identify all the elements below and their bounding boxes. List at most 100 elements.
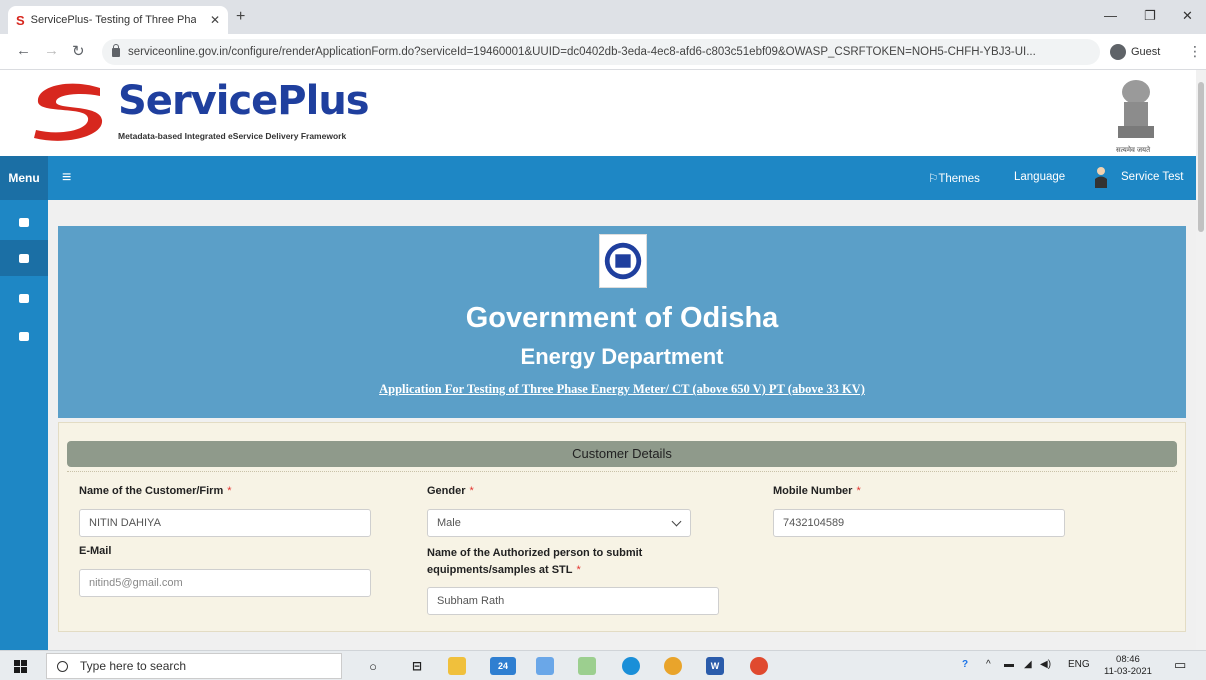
omnibox[interactable]: serviceonline.gov.in/configure/renderApp… — [102, 39, 1100, 65]
search-icon — [57, 660, 68, 672]
mobile-label: Mobile Number * — [773, 485, 861, 497]
email-input[interactable]: nitind5@gmail.com — [79, 569, 371, 597]
authorized-person-label-line1: Name of the Authorized person to submit — [427, 547, 643, 559]
authorized-person-label: Name of the Authorized person to submit … — [427, 545, 642, 579]
user-avatar-icon — [1095, 167, 1107, 188]
chrome-icon[interactable] — [664, 657, 682, 675]
serviceplus-logo-icon — [34, 83, 103, 141]
task-view-icon[interactable]: ⊟ — [408, 657, 426, 675]
authorized-person-value: Subham Rath — [437, 595, 505, 607]
menu-label[interactable]: Menu — [0, 156, 48, 200]
required-marker: * — [469, 485, 474, 497]
restore-icon[interactable]: ❐ — [1144, 8, 1156, 24]
customer-name-label-text: Name of the Customer/Firm — [79, 485, 224, 497]
government-title: Government of Odisha — [465, 302, 779, 334]
input-language[interactable]: ENG — [1068, 659, 1090, 670]
sidebar-item-form[interactable] — [0, 280, 48, 316]
user-menu[interactable]: Service Test — [1121, 171, 1183, 183]
gender-select[interactable]: Male — [427, 509, 691, 537]
battery-icon[interactable]: ▬ — [1004, 659, 1014, 670]
new-tab-icon[interactable]: + — [236, 8, 245, 26]
email-label: E-Mail — [79, 545, 112, 557]
taskbar-search[interactable]: Type here to search — [46, 653, 342, 679]
browser-tab-bar: S ServicePlus- Testing of Three Pha ✕ + … — [0, 0, 1206, 34]
hamburger-icon[interactable]: ≡ — [62, 169, 71, 187]
close-window-icon[interactable]: ✕ — [1182, 8, 1193, 24]
serviceplus-favicon-icon: S — [16, 12, 25, 28]
help-icon[interactable]: ? — [962, 659, 968, 670]
section-header: Customer Details — [67, 441, 1177, 467]
mail-badge: 24 — [497, 661, 508, 671]
vertical-scrollbar[interactable] — [1196, 70, 1206, 650]
list-icon — [19, 331, 29, 341]
customer-name-label: Name of the Customer/Firm * — [79, 485, 232, 497]
close-tab-icon[interactable]: ✕ — [210, 13, 220, 27]
clock-time: 08:46 — [1116, 654, 1140, 665]
brand-tagline: Metadata-based Integrated eService Deliv… — [118, 131, 347, 141]
sidebar — [0, 200, 48, 650]
guest-profile-button[interactable]: Guest — [1110, 41, 1160, 63]
gender-label-text: Gender — [427, 485, 466, 497]
notifications-icon[interactable]: ▭ — [1174, 657, 1186, 673]
url-text: serviceonline.gov.in/configure/renderApp… — [128, 46, 1036, 58]
chevron-down-icon — [671, 516, 682, 527]
customer-name-value: NITIN DAHIYA — [89, 517, 161, 529]
word-icon[interactable]: W — [706, 657, 724, 675]
browser-menu-icon[interactable]: ⋮ — [1188, 43, 1202, 60]
gender-label: Gender * — [427, 485, 474, 497]
minimize-icon[interactable]: — — [1104, 8, 1117, 23]
clock-date: 11-03-2021 — [1104, 666, 1152, 677]
infinity-app-icon[interactable] — [578, 657, 596, 675]
section-divider — [67, 471, 1177, 472]
sidebar-item-settings[interactable] — [0, 240, 48, 276]
search-placeholder: Type here to search — [80, 659, 187, 673]
sidebar-item-list[interactable] — [0, 318, 48, 354]
customer-details-panel: Customer Details Name of the Customer/Fi… — [58, 422, 1186, 632]
guest-label: Guest — [1131, 46, 1161, 58]
tray-expand-icon[interactable]: ^ — [986, 659, 991, 670]
edge-icon[interactable] — [622, 657, 640, 675]
emblem-caption: सत्यमेव जयते — [1116, 147, 1151, 154]
brand-name: ServicePlus — [118, 78, 370, 124]
required-marker: * — [856, 485, 861, 497]
authorized-person-label-line2: equipments/samples at STL — [427, 564, 573, 576]
forward-icon[interactable]: → — [44, 42, 59, 59]
tab-title: ServicePlus- Testing of Three Pha — [30, 14, 196, 26]
windows-start-icon[interactable] — [14, 660, 27, 673]
required-marker: * — [227, 485, 232, 497]
gears-icon — [19, 253, 29, 263]
address-bar: ← → ↻ serviceonline.gov.in/configure/ren… — [0, 34, 1206, 70]
browser-tab[interactable]: S ServicePlus- Testing of Three Pha ✕ — [8, 6, 228, 34]
mobile-value: 7432104589 — [783, 517, 845, 529]
sidebar-item-users[interactable] — [0, 204, 48, 240]
authorized-person-input[interactable]: Subham Rath — [427, 587, 719, 615]
back-icon[interactable]: ← — [16, 42, 31, 59]
mobile-label-text: Mobile Number — [773, 485, 853, 497]
required-marker: * — [576, 564, 581, 576]
cortana-icon[interactable]: ○ — [364, 657, 382, 675]
email-value: nitind5@gmail.com — [89, 577, 183, 589]
volume-icon[interactable]: ◀) — [1040, 659, 1051, 670]
mail-icon[interactable]: 24 — [490, 657, 516, 675]
department-title: Energy Department — [520, 344, 724, 369]
page-viewport: ServicePlus Metadata-based Integrated eS… — [0, 70, 1196, 650]
reload-icon[interactable]: ↻ — [72, 42, 85, 60]
site-header: ServicePlus Metadata-based Integrated eS… — [0, 70, 1196, 156]
scrollbar-thumb[interactable] — [1198, 82, 1204, 232]
flag-icon: ⚐ — [928, 173, 939, 185]
network-icon[interactable]: ◢ — [1024, 659, 1032, 670]
top-navigation: Menu ≡ ⚐Themes Language Service Test — [0, 156, 1196, 200]
lock-icon — [112, 43, 120, 57]
customer-name-input[interactable]: NITIN DAHIYA — [79, 509, 371, 537]
file-explorer-icon[interactable] — [448, 657, 466, 675]
chrome-active-icon[interactable] — [750, 657, 768, 675]
themes-link[interactable]: ⚐Themes — [928, 171, 980, 185]
users-icon — [19, 217, 29, 227]
taskbar: Type here to search ○ ⊟ 24 W ? ^ ▬ ◢ ◀) … — [0, 650, 1206, 680]
mobile-input[interactable]: 7432104589 — [773, 509, 1065, 537]
profile-icon — [1110, 44, 1126, 60]
language-link[interactable]: Language — [1014, 171, 1065, 183]
application-title: Application For Testing of Three Phase E… — [379, 382, 865, 396]
dropbox-icon[interactable] — [536, 657, 554, 675]
system-clock[interactable]: 08:46 11-03-2021 — [1104, 654, 1152, 678]
